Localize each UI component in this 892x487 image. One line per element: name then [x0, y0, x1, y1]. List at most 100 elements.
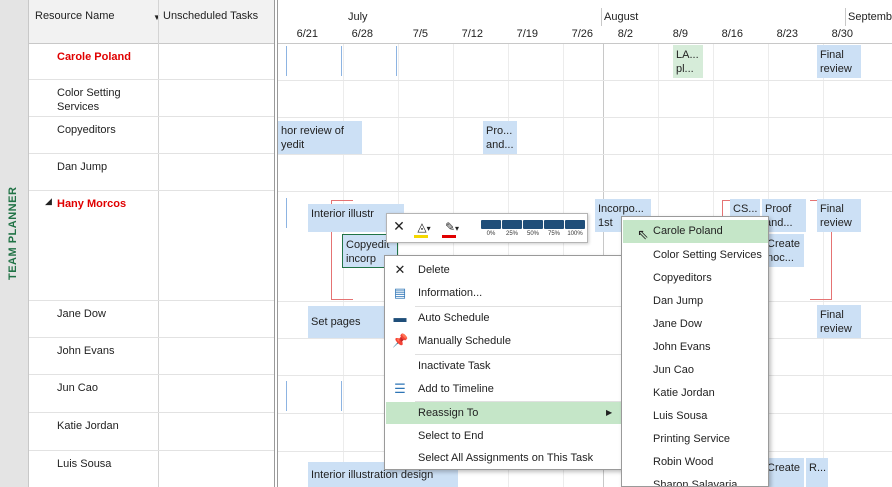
percent-label: 50% — [526, 231, 539, 237]
timeline-header: July August Septemb 6/21 6/28 7/5 7/12 7… — [278, 0, 892, 44]
menu-item-label: Information... — [418, 287, 483, 299]
reassign-submenu: Carole Poland Color Setting Services Cop… — [621, 216, 769, 487]
table-row[interactable]: John Evans — [29, 338, 274, 375]
percent-label: 25% — [505, 231, 518, 237]
task-bar[interactable]: Final review — [817, 45, 861, 78]
month-label: July — [348, 11, 368, 23]
menu-item-auto-schedule[interactable]: ▬ Auto Schedule — [386, 307, 622, 329]
resource-name: John Evans — [57, 345, 115, 357]
menu-item-label: Add to Timeline — [418, 383, 494, 395]
table-row[interactable]: Jun Cao — [29, 375, 274, 413]
month-label: August — [604, 11, 639, 23]
task-bar[interactable]: Pro... and... — [483, 121, 517, 154]
font-color-button[interactable]: ✎▾ — [439, 218, 465, 240]
date-label: 8/30 — [831, 28, 853, 40]
task-bar[interactable]: LA... pl... — [673, 45, 703, 78]
date-label: 6/21 — [296, 28, 318, 40]
resource-name: Jun Cao — [57, 382, 98, 394]
task-bar[interactable]: Set pages — [308, 306, 386, 338]
menu-item-manually-schedule[interactable]: 📌 Manually Schedule — [386, 330, 622, 352]
menu-item-label: Manually Schedule — [418, 335, 511, 347]
menu-item-label: Inactivate Task — [418, 360, 491, 372]
submenu-item[interactable]: Luis Sousa — [623, 405, 768, 428]
menu-item-add-to-timeline[interactable]: ☰ Add to Timeline — [386, 378, 622, 400]
resource-name: Luis Sousa — [57, 458, 112, 470]
highlight-color-button[interactable]: ◬▾ — [411, 218, 437, 240]
percent-complete-75-button[interactable]: 75% — [544, 220, 564, 238]
submenu-item[interactable]: Robin Wood — [623, 451, 768, 474]
collapse-icon[interactable]: ◢ — [45, 196, 52, 207]
table-row[interactable]: Copyeditors — [29, 117, 274, 154]
submenu-item[interactable]: Katie Jordan — [623, 382, 768, 405]
submenu-item[interactable]: Jun Cao — [623, 359, 768, 382]
date-label: 6/28 — [351, 28, 373, 40]
table-row[interactable]: Katie Jordan — [29, 413, 274, 451]
resource-name: Carole Poland — [57, 51, 131, 63]
percent-complete-25-button[interactable]: 25% — [502, 220, 522, 238]
chevron-right-icon: ▶ — [606, 408, 613, 417]
task-bar[interactable]: Final review — [817, 305, 861, 338]
menu-item-reassign-to[interactable]: Reassign To ▶ — [386, 402, 622, 424]
unscheduled-tasks-header[interactable]: Unscheduled Tasks — [163, 10, 258, 22]
submenu-item[interactable]: Dan Jump — [623, 290, 768, 313]
date-label: 7/5 — [412, 28, 428, 40]
percent-complete-100-button[interactable]: 100% — [565, 220, 585, 238]
resource-name: Color Setting Services — [57, 87, 121, 113]
submenu-item[interactable]: John Evans — [623, 336, 768, 359]
submenu-item[interactable]: Color Setting Services — [623, 244, 768, 267]
table-row[interactable]: Color Setting Services — [29, 80, 274, 117]
mini-toolbar: ✕ ◬▾ ✎▾ 0% 25% 50% 75% 100% — [386, 213, 588, 243]
timeline-icon: ☰ — [394, 381, 406, 396]
menu-item-information[interactable]: ▤ Information... — [386, 282, 622, 304]
submenu-item[interactable]: Jane Dow — [623, 313, 768, 336]
menu-item-select-all-assignments[interactable]: Select All Assignments on This Task — [386, 447, 622, 469]
table-row[interactable]: Dan Jump — [29, 154, 274, 191]
menu-item-label: Reassign To — [418, 407, 479, 419]
resource-name: Hany Morcos — [57, 198, 127, 210]
date-label: 7/19 — [516, 28, 538, 40]
resource-name-header[interactable]: Resource Name — [35, 10, 114, 22]
resource-name: Jane Dow — [57, 308, 106, 320]
month-label: Septemb — [848, 11, 892, 23]
menu-item-inactivate-task[interactable]: Inactivate Task — [386, 355, 622, 377]
date-label: 8/16 — [721, 28, 743, 40]
menu-item-delete[interactable]: ✕ Delete — [386, 259, 622, 281]
percent-complete-50-button[interactable]: 50% — [523, 220, 543, 238]
delete-icon: ✕ — [394, 262, 406, 277]
task-bar[interactable]: Create noc... — [764, 234, 804, 267]
task-bar[interactable]: hor review of yedit — [278, 121, 362, 154]
submenu-item[interactable]: Copyeditors — [623, 267, 768, 290]
table-row[interactable]: Jane Dow — [29, 301, 274, 338]
table-row[interactable]: Luis Sousa — [29, 451, 274, 487]
table-row[interactable]: Carole Poland — [29, 44, 274, 80]
date-label: 8/9 — [672, 28, 688, 40]
percent-label: 100% — [567, 231, 583, 237]
context-menu: ✕ Delete ▤ Information... ▬ Auto Schedul… — [384, 255, 623, 470]
menu-item-label: Select All Assignments on This Task — [418, 452, 594, 464]
menu-item-select-to-end[interactable]: Select to End — [386, 425, 622, 447]
menu-item-label: Delete — [418, 264, 450, 276]
resource-name: Katie Jordan — [57, 420, 119, 432]
grid-header: Resource Name ▼ Unscheduled Tasks — [29, 0, 274, 44]
percent-label: 75% — [547, 231, 560, 237]
task-bar[interactable]: Final review — [817, 199, 861, 232]
pin-icon: 📌 — [392, 333, 409, 348]
submenu-item[interactable]: Printing Service — [623, 428, 768, 451]
date-label: 7/26 — [571, 28, 593, 40]
percent-complete-0-button[interactable]: 0% — [481, 220, 501, 238]
date-label: 7/12 — [461, 28, 483, 40]
delete-icon[interactable]: ✕ — [391, 218, 407, 240]
chevron-down-icon[interactable]: ▼ — [153, 13, 161, 22]
menu-item-label: Auto Schedule — [418, 312, 490, 324]
date-label: 8/23 — [776, 28, 798, 40]
submenu-item[interactable]: Sharon Salavaria — [623, 474, 768, 486]
task-bar[interactable]: Create — [764, 458, 804, 487]
mouse-pointer-icon: ⇖ — [637, 226, 649, 242]
table-row[interactable]: ◢ Hany Morcos — [29, 191, 274, 301]
resource-name: Dan Jump — [57, 161, 108, 173]
menu-item-label: Select to End — [418, 430, 484, 442]
percent-label: 0% — [486, 231, 496, 237]
date-label: 8/2 — [617, 28, 633, 40]
task-bar[interactable]: R... — [806, 458, 828, 487]
resource-name: Copyeditors — [57, 124, 116, 136]
